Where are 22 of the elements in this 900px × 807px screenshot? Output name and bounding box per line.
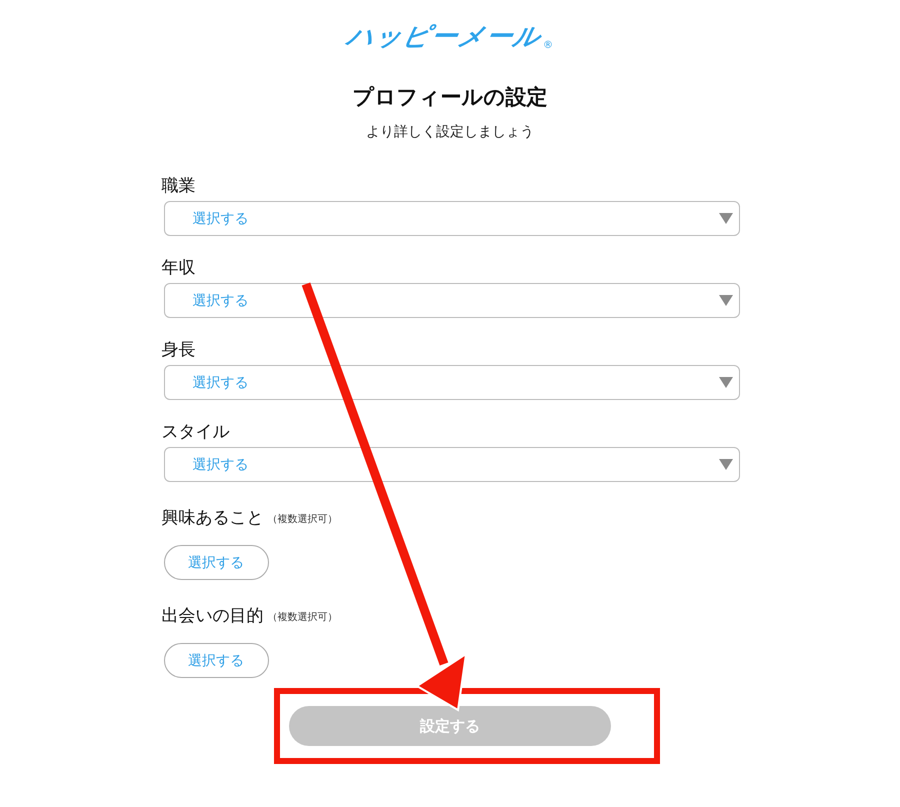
- field-label: 年収: [162, 257, 196, 280]
- caret-icon: [718, 459, 732, 470]
- field-note: （複数選択可）: [268, 512, 338, 526]
- field-label: 出会いの目的: [162, 605, 264, 628]
- field-label: スタイル: [162, 421, 230, 444]
- field-label: 身長: [162, 339, 196, 362]
- field-label: 職業: [162, 175, 196, 198]
- logo: ハッピーメール: [344, 22, 544, 52]
- field-label: 興味あること: [162, 507, 264, 530]
- select-field[interactable]: 選択する: [164, 365, 740, 400]
- subtitle: より詳しく設定しましょう: [366, 123, 534, 142]
- select-button[interactable]: 選択する: [164, 545, 268, 580]
- select-field[interactable]: 選択する: [164, 283, 740, 318]
- page-title: プロフィールの設定: [352, 84, 548, 111]
- caret-icon: [718, 377, 732, 388]
- caret-icon: [718, 295, 732, 306]
- caret-icon: [718, 213, 732, 224]
- field-note: （複数選択可）: [268, 610, 338, 624]
- select-field[interactable]: 選択する: [164, 201, 740, 236]
- select-button[interactable]: 選択する: [164, 643, 268, 678]
- registered-mark: ®: [543, 40, 553, 52]
- select-field[interactable]: 選択する: [164, 447, 740, 482]
